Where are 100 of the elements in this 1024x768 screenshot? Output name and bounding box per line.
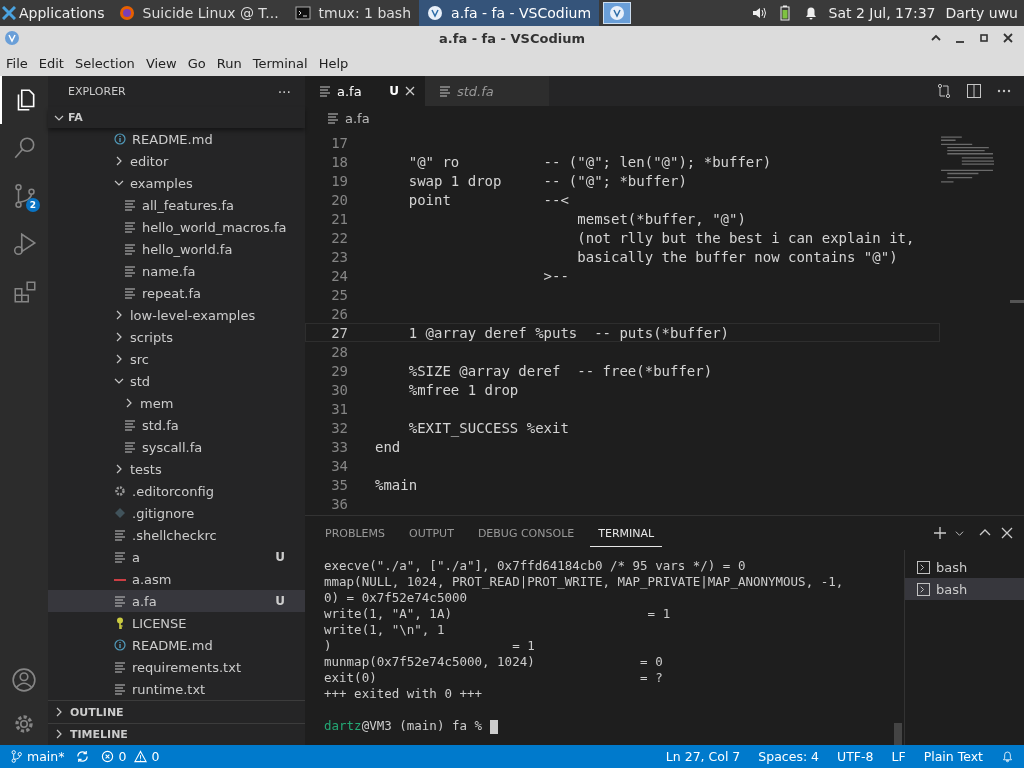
taskbar-task[interactable]: a.fa - fa - VSCodium	[419, 0, 600, 26]
sync-icon[interactable]	[76, 750, 90, 763]
tree-item[interactable]: hello_world.fa	[48, 238, 305, 261]
clock[interactable]: Sat 2 Jul, 17:37	[828, 5, 936, 21]
menu-item[interactable]: View	[139, 55, 182, 71]
tree-item[interactable]: tests	[48, 458, 305, 481]
tree-item[interactable]: a U	[48, 546, 305, 569]
folder-header[interactable]: FA	[48, 107, 305, 129]
account-icon[interactable]	[11, 667, 37, 693]
lines-icon	[124, 419, 136, 432]
terminal-item[interactable]: bash	[905, 578, 1024, 600]
tree-item[interactable]: low-level-examples	[48, 304, 305, 327]
info-icon	[114, 133, 126, 146]
applications-menu[interactable]: Applications	[0, 5, 111, 21]
line-number: 23	[330, 248, 348, 265]
menu-item[interactable]: Help	[312, 55, 354, 71]
breadcrumb[interactable]: a.fa	[345, 110, 370, 126]
tree-item[interactable]: editor	[48, 150, 305, 173]
tree-item[interactable]: README.md	[48, 128, 305, 151]
tree-item[interactable]: examples	[48, 172, 305, 195]
branch-icon	[10, 750, 23, 763]
line-number: 19	[330, 172, 348, 189]
activity-button[interactable]: 2	[0, 172, 48, 220]
tree-item[interactable]: .gitignore	[48, 502, 305, 525]
status-item[interactable]: LF	[891, 749, 906, 764]
tree-item[interactable]: LICENSE	[48, 612, 305, 635]
menu-item[interactable]: File	[0, 55, 33, 71]
close-icon[interactable]	[1002, 32, 1014, 44]
tree-item[interactable]: hello_world_macros.fa	[48, 216, 305, 239]
codium-icon	[4, 30, 20, 46]
status-item[interactable]: Plain Text	[923, 749, 983, 764]
line-number: 34	[330, 457, 348, 474]
x-logo-icon	[2, 6, 16, 20]
status-letter: U	[275, 550, 285, 565]
tree-item[interactable]: README.md	[48, 634, 305, 657]
chevron-down-icon[interactable]	[955, 528, 964, 538]
codium-icon[interactable]	[603, 2, 632, 24]
maximize-icon[interactable]	[978, 32, 990, 44]
more-button[interactable]: ···	[277, 83, 291, 100]
terminal-item[interactable]: bash	[905, 556, 1024, 578]
terminal-line: execve("./a", ["./a"], 0x7ffd64184cb0 /* 95 vars */) = 0	[324, 558, 747, 574]
scrollbar[interactable]	[1010, 300, 1024, 303]
code-line: point --<	[407, 191, 569, 208]
status-item[interactable]: Spaces: 4	[758, 749, 820, 764]
tree-item[interactable]: std	[48, 370, 305, 393]
lines-icon	[124, 199, 136, 212]
extensions-icon	[12, 279, 38, 305]
tree-item[interactable]: std.fa	[48, 414, 305, 437]
compare-icon[interactable]	[936, 83, 952, 99]
line-number: 30	[330, 381, 348, 398]
line-number: 22	[330, 229, 348, 246]
line-number: 29	[330, 362, 348, 379]
tree-item[interactable]: src	[48, 348, 305, 371]
tree-item[interactable]: requirements.txt	[48, 656, 305, 679]
taskbar-task[interactable]: tmux: 1 bash	[286, 0, 420, 26]
tree-item[interactable]: a.asm	[48, 568, 305, 591]
tree-item[interactable]: .shellcheckrc	[48, 524, 305, 547]
tree-item[interactable]: runtime.txt	[48, 678, 305, 701]
panel-tab[interactable]: PROBLEMS	[317, 519, 394, 547]
status-item[interactable]: Ln 27, Col 7	[665, 749, 741, 764]
status-item[interactable]: UTF-8	[837, 749, 874, 764]
editor-tab[interactable]: std.fa	[425, 76, 549, 106]
menu-item[interactable]: Selection	[68, 55, 140, 71]
code-line: "@" ro -- ("@"; len("@"); *buffer)	[407, 153, 772, 170]
volume-icon[interactable]	[750, 5, 767, 21]
section-header[interactable]: OUTLINE	[48, 700, 305, 723]
tree-item[interactable]: syscall.fa	[48, 436, 305, 459]
lines-icon	[124, 265, 136, 278]
tree-item[interactable]: repeat.fa	[48, 282, 305, 305]
code-line: %SIZE @array deref -- free(*buffer)	[407, 362, 713, 379]
key-icon	[114, 617, 126, 630]
tree-item[interactable]: .editorconfig	[48, 480, 305, 503]
editor-tab[interactable]: a.fa U	[305, 76, 425, 106]
menu-item[interactable]: Go	[181, 55, 211, 71]
menu-item[interactable]: Run	[210, 55, 247, 71]
error-icon	[101, 750, 115, 763]
split-editor-icon[interactable]	[966, 83, 982, 99]
code-line: %EXIT_SUCCESS %exit	[407, 419, 569, 436]
panel-tab[interactable]: OUTPUT	[401, 519, 462, 547]
tree-item[interactable]: all_features.fa	[48, 194, 305, 217]
user-name[interactable]: Darty uwu	[945, 5, 1018, 21]
chevron-right-icon	[124, 398, 134, 409]
scrollbar[interactable]	[894, 723, 902, 745]
problems-status[interactable]: 0 0	[101, 749, 160, 764]
code-line: (not rlly but the best i can explain it,	[576, 229, 915, 246]
lines-icon	[114, 683, 126, 696]
tree-item[interactable]: scripts	[48, 326, 305, 349]
branch-status[interactable]: main*	[10, 749, 65, 764]
tree-item[interactable]: mem	[48, 392, 305, 415]
menu-item[interactable]: Terminal	[246, 55, 313, 71]
panel-tab[interactable]: DEBUG CONSOLE	[469, 519, 583, 547]
panel-tab[interactable]: TERMINAL	[590, 519, 663, 547]
code-line: memset(*buffer, "@")	[576, 210, 746, 227]
globe-icon	[118, 5, 135, 21]
menu-item[interactable]: Edit	[32, 55, 69, 71]
tree-item[interactable]: name.fa	[48, 260, 305, 283]
plus-icon[interactable]	[933, 526, 947, 540]
line-number: 25	[330, 286, 348, 303]
tree-item[interactable]: a.fa U	[48, 590, 305, 613]
taskbar-task[interactable]: Suicide Linux @ T...	[110, 0, 287, 26]
